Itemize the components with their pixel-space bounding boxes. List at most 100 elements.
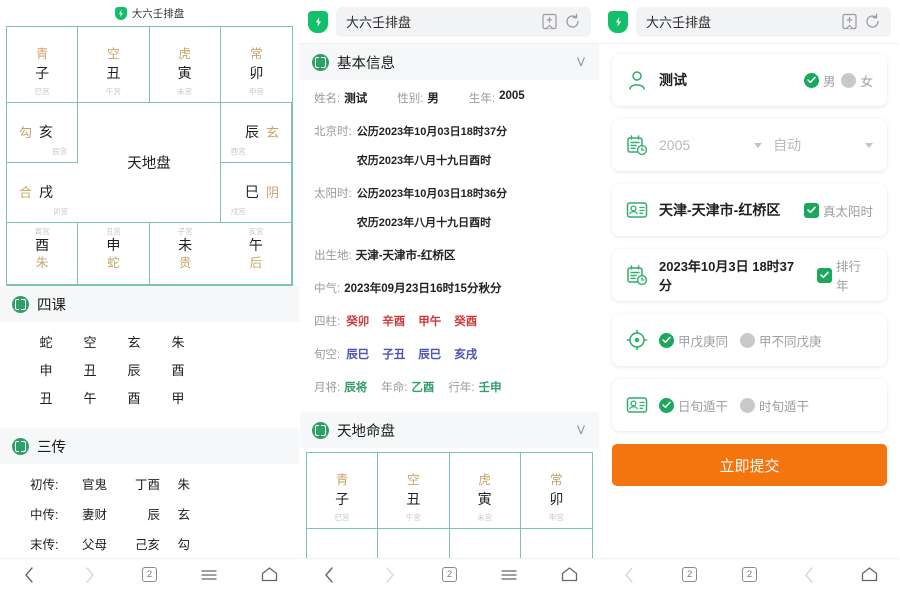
plate-cell-branch: 子 (35, 63, 49, 83)
chevron-down-icon[interactable]: V (577, 55, 587, 69)
dungan-radio-group: 日旬遁干 时旬遁干 (659, 396, 873, 415)
nav-back-button-2[interactable] (795, 564, 823, 586)
info-row-sun-time: 太阳时: 公历2023年10月03日18时36分 农历2023年八月十九日酉时 (314, 185, 585, 230)
section-header-sanchuan: 三传 (0, 428, 299, 464)
nav-tab-count-button[interactable]: 2 (435, 564, 463, 586)
section-header-sike: 四课 (0, 286, 299, 322)
nav-home-button[interactable] (255, 564, 283, 586)
plate-cell-position: 辰宫 (52, 147, 67, 158)
pillars-label: 四柱: (314, 313, 340, 329)
check-icon (659, 398, 674, 413)
plate-cell-position: 戌宫 (231, 207, 246, 218)
calendar-clock-icon (626, 264, 648, 286)
nav-back-button[interactable] (316, 564, 344, 586)
ming-pan-cell-position: 巳宫 (335, 513, 350, 524)
plate-cell: 亥宫午后 (221, 223, 292, 285)
dungan-radio-hour[interactable]: 时旬遁干 (740, 396, 809, 415)
plate-cell-branch: 戌 (39, 182, 53, 202)
gender-radio-female[interactable]: 女 (841, 71, 873, 90)
section-header-basic-info[interactable]: 基本信息 V (300, 44, 599, 80)
nav-forward-button[interactable] (376, 564, 404, 586)
four-lessons-cell: 酉 (126, 388, 142, 407)
transmission-relation: 父母 (82, 534, 122, 553)
transmission-stem-branch: 辰 (122, 504, 160, 523)
chevron-down-icon[interactable] (865, 143, 873, 148)
paixingnian-label: 排行年 (836, 256, 873, 294)
dungan-hour-label: 时旬遁干 (759, 396, 809, 415)
nav-forward-button[interactable] (76, 564, 104, 586)
section-title: 四课 (37, 294, 287, 315)
year-input[interactable]: 2005 (659, 137, 748, 153)
screen2-body: 基本信息 V 姓名: 测试 性别: 男 生年: 2005 (300, 44, 599, 558)
year-field-card[interactable]: 2005 自动 (612, 119, 887, 171)
gender-female-label: 女 (860, 71, 873, 90)
bookmark-add-icon[interactable] (541, 13, 558, 30)
birthplace-field-card[interactable]: 天津-天津市-红桥区 真太阳时 (612, 184, 887, 236)
ming-pan-cell-position: 未宫 (477, 513, 492, 524)
chevron-down-icon[interactable] (754, 143, 762, 148)
pillar-value: 癸酉 (454, 313, 477, 329)
check-icon (804, 73, 819, 88)
chevron-down-icon[interactable]: V (577, 423, 587, 437)
transmission-relation: 妻财 (82, 504, 122, 523)
auto-select[interactable]: 自动 (773, 135, 873, 155)
xunkong-value: 辰巳 (418, 346, 441, 362)
four-lessons-row: 蛇空玄朱 (38, 332, 299, 351)
nav-tab-count-button-2[interactable]: 2 (735, 564, 763, 586)
plate-cell-branch: 申 (106, 235, 120, 255)
section-header-ming-pan[interactable]: 天地命盘 V (300, 412, 599, 448)
name-field-card[interactable]: 测试 男 女 (612, 54, 887, 106)
plate-cell-god: 常 (250, 46, 263, 63)
nav-menu-button[interactable] (195, 564, 223, 586)
screen-form: 大六壬排盘 测试 (600, 0, 900, 590)
plate-cell-branch: 丑 (106, 63, 120, 83)
guiren-radio-diff[interactable]: 甲不同戊庚 (740, 331, 822, 350)
datetime-field-card[interactable]: 2023年10月3日 18时37分 排行年 (612, 249, 887, 301)
birthplace-input[interactable]: 天津-天津市-红桥区 (659, 200, 793, 220)
screen1-body: 青子巳宫空丑午宫虎寅未宫常卯申宫勾亥辰宫天地盘辰玄酉宫合戌卯宫巳阴戌宫寅宫酉朱丑… (0, 22, 299, 558)
nav-menu-button[interactable] (495, 564, 523, 586)
plate-cell-god: 蛇 (107, 255, 120, 272)
refresh-icon[interactable] (864, 13, 881, 30)
nav-back-button[interactable] (16, 564, 44, 586)
check-icon (804, 203, 819, 218)
address-bar[interactable]: 大六壬排盘 (336, 7, 591, 37)
xunkong-value: 子丑 (382, 346, 405, 362)
plate-cell: 丑宫申蛇 (78, 223, 149, 285)
plate-cell-position: 卯宫 (53, 207, 68, 218)
section-title: 基本信息 (337, 52, 569, 73)
dungan-field-card[interactable]: 日旬遁干 时旬遁干 (612, 379, 887, 431)
transmission-god: 朱 (160, 474, 190, 493)
refresh-icon[interactable] (564, 13, 581, 30)
true-solar-time-checkbox[interactable]: 真太阳时 (804, 201, 873, 220)
plate-cell: 子宫未贵 (150, 223, 221, 285)
xingnian-label: 行年: (448, 379, 474, 395)
nav-home-button[interactable] (855, 564, 883, 586)
section-icon (12, 438, 29, 455)
year-select[interactable]: 2005 (659, 137, 762, 153)
nav-back-button[interactable] (616, 564, 644, 586)
plate-cell-position: 酉宫 (231, 147, 246, 158)
guiren-field-card[interactable]: 甲戊庚同 甲不同戊庚 (612, 314, 887, 366)
ming-pan-cell-branch: 寅 (478, 489, 492, 509)
bookmark-add-icon[interactable] (841, 13, 858, 30)
paixingnian-checkbox[interactable]: 排行年 (817, 256, 873, 294)
ming-pan-plate: 青子巳宫空丑午宫虎寅未宫常卯申宫 (306, 452, 593, 558)
nav-tab-count-button[interactable]: 2 (135, 564, 163, 586)
dungan-radio-day[interactable]: 日旬遁干 (659, 396, 728, 415)
plate-cell-branch: 未 (178, 235, 192, 255)
nav-tab-count-button[interactable]: 2 (676, 564, 704, 586)
plate-cell-position: 丑宫 (106, 227, 121, 238)
nav-home-button[interactable] (555, 564, 583, 586)
submit-button[interactable]: 立即提交 (612, 444, 887, 486)
paipan-form: 测试 男 女 (600, 44, 899, 486)
gender-radio-male[interactable]: 男 (804, 71, 836, 90)
auto-input[interactable]: 自动 (773, 135, 859, 155)
birthplace-value: 天津-天津市-红桥区 (356, 247, 456, 263)
address-bar[interactable]: 大六壬排盘 (636, 7, 891, 37)
datetime-input[interactable]: 2023年10月3日 18时37分 (659, 256, 806, 294)
guiren-radio-same[interactable]: 甲戊庚同 (659, 331, 728, 350)
tab-count-label: 2 (682, 567, 697, 582)
four-lessons-row: 丑午酉甲 (38, 388, 299, 407)
name-input[interactable]: 测试 (659, 70, 793, 90)
